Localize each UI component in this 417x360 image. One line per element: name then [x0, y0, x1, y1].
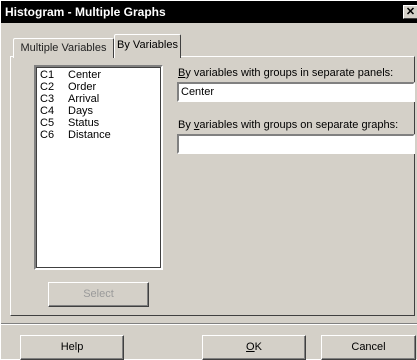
column-id: C2: [40, 81, 55, 93]
column-name: Distance: [68, 129, 111, 141]
column-name: Center: [68, 69, 102, 81]
ok-label: K: [254, 341, 262, 353]
divider: [1, 323, 417, 325]
title-bar[interactable]: Histogram - Multiple Graphs ✕: [1, 1, 417, 23]
cancel-button[interactable]: Cancel: [321, 335, 416, 360]
panels-field-label: By variables with groups in separate pan…: [178, 67, 393, 79]
column-id: C5: [40, 117, 55, 129]
label-text: y variables with groups in separate pane…: [185, 67, 394, 79]
help-button[interactable]: Help: [20, 335, 124, 360]
histogram-multiple-graphs-dialog: Histogram - Multiple Graphs ✕ Multiple V…: [0, 0, 417, 360]
tab-multiple-variables[interactable]: Multiple Variables: [13, 38, 114, 58]
tab-by-variables[interactable]: By Variables: [114, 34, 181, 58]
label-text: ariables with groups on separate graphs:: [199, 119, 399, 131]
column-name: Status: [68, 117, 100, 129]
ok-mnemonic: O: [246, 341, 255, 353]
column-id: C6: [40, 129, 55, 141]
column-name: Arrival: [68, 93, 100, 105]
close-icon[interactable]: ✕: [403, 5, 417, 19]
ok-button[interactable]: OK: [202, 335, 306, 360]
select-button[interactable]: Select: [48, 282, 149, 307]
label-text: By: [178, 119, 194, 131]
column-name: Order: [68, 81, 97, 93]
column-id: C1: [40, 69, 55, 81]
column-name: Days: [68, 105, 94, 117]
graphs-by-variables-input[interactable]: [177, 134, 415, 154]
column-id: C4: [40, 105, 55, 117]
graphs-field-label: By variables with groups on separate gra…: [178, 119, 398, 131]
dialog-title: Histogram - Multiple Graphs: [5, 5, 166, 19]
column-id: C3: [40, 93, 55, 105]
panels-by-variables-input[interactable]: Center: [177, 82, 415, 102]
variable-listbox[interactable]: C1 Center C2 Order C3 Arrival C4 Days C5…: [34, 65, 163, 270]
